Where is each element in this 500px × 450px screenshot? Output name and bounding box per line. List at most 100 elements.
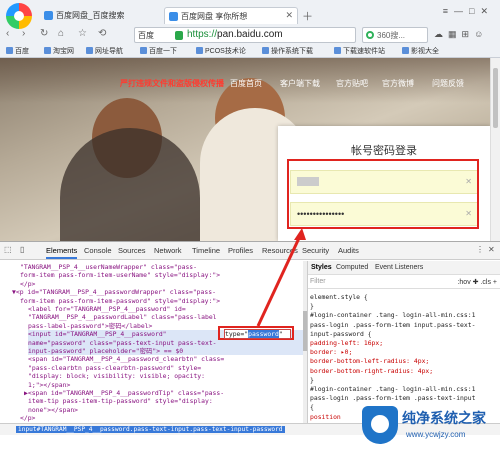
clear-icon[interactable]: ✕ — [465, 209, 472, 218]
css-rule-line[interactable]: #login-container .tang- login-all-min.cs… — [310, 385, 475, 393]
filter-tools[interactable]: :hov ✚ .cls + — [457, 278, 497, 286]
dom-node-line[interactable]: item-tip pass-item-tip-password" style="… — [28, 397, 303, 405]
minimize-icon[interactable]: — — [454, 6, 469, 16]
dom-node-line[interactable]: "pass-clearbtn pass-clearbtn-password" s… — [28, 364, 303, 372]
username-field[interactable]: ✕ — [290, 170, 478, 194]
css-rule-line[interactable]: } — [310, 376, 314, 384]
dom-node-line[interactable]: </p> — [20, 280, 303, 288]
breadcrumb-selected-node[interactable]: input#TANGRAM__PSP_4__password.pass-text… — [16, 426, 285, 433]
css-rule-line[interactable]: border-bottom-right-radius: 4px; — [310, 367, 433, 375]
attribute-edit-tooltip[interactable]: type="password" — [224, 329, 291, 339]
tab-close-icon[interactable]: ✕ — [285, 10, 293, 21]
css-rule-line[interactable]: element.style { — [310, 293, 368, 301]
maximize-icon[interactable]: □ — [469, 6, 480, 16]
tab-favicon-icon — [44, 11, 53, 20]
bookmark-item[interactable]: 淘宝网 — [44, 46, 74, 56]
bookmark-item[interactable]: 操作系统下载 — [262, 46, 313, 56]
css-rule-line[interactable]: border: ▸0; — [310, 348, 352, 356]
login-title: 帐号密码登录 — [351, 145, 417, 157]
address-bar[interactable]: 百度 https://pan.baidu.com — [134, 27, 356, 43]
inspect-icon[interactable]: ⬚ — [4, 245, 12, 254]
css-rule-line[interactable]: pass-login .pass-form-item .pass-text-in… — [310, 394, 475, 402]
dom-node-line[interactable]: <label for="TANGRAM__PSP_4__password" id… — [28, 305, 303, 313]
cloud-icon[interactable]: ☁ — [434, 29, 448, 39]
nav-client-link[interactable]: 客户端下载 — [280, 78, 320, 89]
dom-node-line[interactable]: </p> — [20, 414, 303, 422]
tab-security[interactable]: Security — [302, 246, 329, 255]
bookmark-item[interactable]: 网址导航 — [86, 46, 123, 56]
dom-node-line[interactable]: form-item pass-form-item-userName" style… — [20, 271, 303, 279]
page-scrollbar[interactable] — [490, 58, 500, 241]
forward-icon[interactable]: › — [22, 28, 25, 39]
tab-computed[interactable]: Computed — [336, 264, 368, 271]
nav-warning-link[interactable]: 严打违规文件和盗版侵权传播 — [120, 78, 224, 89]
tab-sources[interactable]: Sources — [118, 246, 146, 255]
tab-baidu-search[interactable]: 百度网盘_百度搜索 — [40, 7, 129, 24]
styles-pane: Styles Computed Event Listeners Filter :… — [307, 261, 500, 423]
bookmark-item[interactable]: 下载速软件站 — [334, 46, 385, 56]
css-rule-line[interactable]: #login-container .tang- login-all-min.cs… — [310, 311, 475, 319]
dom-node-line[interactable]: "display: block; visibility: visible; op… — [28, 372, 303, 380]
password-field[interactable]: ••••••••••••••• ✕ — [290, 202, 478, 226]
address-prefix: 百度 — [138, 31, 154, 40]
tab-profiles[interactable]: Profiles — [228, 246, 253, 255]
elements-tree[interactable]: "TANGRAM__PSP_4__userNameWrapper" class=… — [0, 261, 303, 423]
user-icon[interactable]: ☺ — [474, 29, 488, 39]
device-icon[interactable]: ▯ — [20, 245, 24, 254]
close-devtools-icon[interactable]: ✕ — [488, 245, 495, 254]
clear-icon[interactable]: ✕ — [465, 177, 472, 186]
tab-network[interactable]: Network — [154, 246, 182, 255]
close-window-icon[interactable]: ✕ — [480, 6, 494, 16]
tab-timeline[interactable]: Timeline — [192, 246, 220, 255]
shield-logo-icon — [362, 406, 398, 444]
nav-weibo-link[interactable]: 官方微博 — [382, 78, 414, 89]
back-icon[interactable]: ‹ — [6, 28, 9, 39]
dom-node-line[interactable]: ▼<p id="TANGRAM__PSP_4__passwordWrapper"… — [12, 288, 303, 296]
css-rule-line[interactable]: pass-login .pass-form-item input.pass-te… — [310, 321, 475, 329]
tab-styles[interactable]: Styles — [311, 264, 332, 271]
tab-console[interactable]: Console — [84, 246, 112, 255]
css-rule-line[interactable]: { — [310, 403, 314, 411]
tab-baidu-pan[interactable]: 百度网盘 享你所想 ✕ — [164, 7, 298, 24]
bookmark-item[interactable]: 百度 — [6, 46, 29, 56]
dom-node-line[interactable]: <span id="TANGRAM__PSP_4__password_clear… — [28, 355, 303, 363]
tab-event-listeners[interactable]: Event Listeners — [375, 264, 423, 271]
bookmarks-bar: 百度 淘宝网 网址导航 百度一下 PCOS技术论 操作系统下载 下载速软件站 影… — [0, 45, 500, 58]
devtools-tabs: ⬚ ▯ Elements Console Sources Network Tim… — [0, 242, 500, 260]
dom-node-line[interactable]: "TANGRAM__PSP_4__passwordLabel" class="p… — [28, 313, 303, 321]
dom-node-line[interactable]: 1;"></span> — [28, 381, 303, 389]
tab-label: 百度网盘 享你所想 — [181, 12, 248, 21]
search-placeholder: 360搜... — [377, 31, 406, 40]
bookmark-item[interactable]: PCOS技术论 — [196, 46, 246, 56]
new-tab-icon[interactable]: ＋ — [302, 8, 313, 24]
bookmark-item[interactable]: 百度一下 — [140, 46, 177, 56]
nav-blog-link[interactable]: 官方贴吧 — [336, 78, 368, 89]
tab-audits[interactable]: Audits — [338, 246, 359, 255]
styles-filter[interactable]: Filter :hov ✚ .cls + — [308, 275, 500, 289]
extensions-icon[interactable]: ▦ — [448, 29, 462, 39]
tab-favicon-icon — [169, 12, 178, 21]
dom-node-line[interactable]: form-item pass-form-item-password" style… — [20, 297, 303, 305]
history-icon[interactable]: ⟲ — [98, 28, 106, 39]
css-rule-line[interactable]: border-bottom-left-radius: 4px; — [310, 357, 429, 365]
css-rule-line[interactable]: } — [310, 302, 314, 310]
dom-node-line[interactable]: input-password" placeholder="密码"> == $0 — [28, 347, 303, 356]
favorites-icon[interactable]: ☆ — [78, 28, 87, 39]
dom-node-line[interactable]: ▶<span id="TANGRAM__PSP_4__passwordTip" … — [24, 389, 303, 397]
css-rule-line[interactable]: position — [310, 413, 341, 421]
menu-icon[interactable]: ≡ — [443, 6, 454, 16]
tab-elements[interactable]: Elements — [46, 246, 78, 259]
more-options-icon[interactable]: ⋮ — [476, 245, 484, 254]
apps-icon[interactable]: ⊞ — [462, 29, 475, 39]
nav-home-link[interactable]: 百度首页 — [230, 78, 262, 89]
reload-icon[interactable]: ↻ — [40, 28, 48, 39]
css-rule-line[interactable]: input-password { — [310, 330, 372, 338]
dom-node-line[interactable]: "TANGRAM__PSP_4__userNameWrapper" class=… — [20, 263, 303, 271]
search-box[interactable]: 360搜... — [362, 27, 428, 43]
home-icon[interactable]: ⌂ — [58, 28, 64, 39]
dom-node-line[interactable]: none"></span> — [28, 406, 303, 414]
bookmark-item[interactable]: 影视大全 — [402, 46, 439, 56]
nav-feedback-link[interactable]: 问题反馈 — [432, 78, 464, 89]
css-rule-line[interactable]: padding-left: 16px; — [310, 339, 383, 347]
tab-resources[interactable]: Resources — [262, 246, 298, 255]
